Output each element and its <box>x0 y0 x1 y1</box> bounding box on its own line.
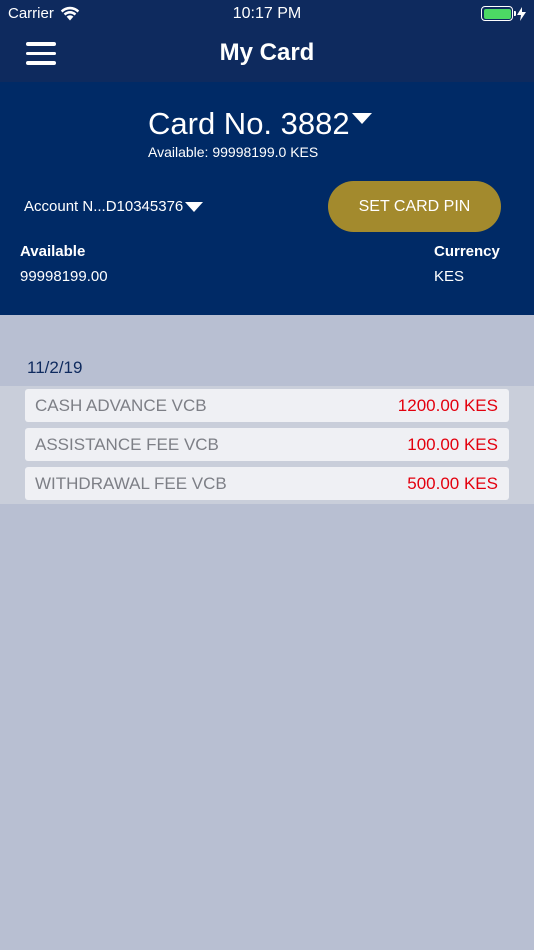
battery-icon <box>481 6 516 21</box>
clock: 10:17 PM <box>232 5 302 22</box>
card-summary-panel: Card No. 3882 Available: 99998199.0 KES … <box>0 82 534 315</box>
account-selector[interactable]: Account N...D10345376 <box>24 198 204 215</box>
transaction-description: CASH ADVANCE VCB <box>35 396 207 415</box>
account-label: Account N...D10345376 <box>24 198 184 215</box>
dropdown-triangle-icon <box>351 112 372 124</box>
transaction-row[interactable]: WITHDRAWAL FEE VCB 500.00 KES <box>25 467 509 500</box>
currency-value: KES <box>434 268 465 285</box>
transaction-amount: 1200.00 KES <box>397 396 498 415</box>
transaction-amount: 100.00 KES <box>407 435 498 454</box>
battery-group <box>481 6 526 21</box>
available-value: 99998199.00 <box>20 268 108 285</box>
transaction-list: CASH ADVANCE VCB 1200.00 KES ASSISTANCE … <box>0 386 534 504</box>
available-heading: Available <box>20 243 86 260</box>
transaction-description: WITHDRAWAL FEE VCB <box>35 474 227 493</box>
card-available-text: Available: 99998199.0 KES <box>148 144 319 160</box>
navigation-bar: My Card <box>0 28 534 82</box>
transaction-description: ASSISTANCE FEE VCB <box>35 435 219 454</box>
charging-bolt-icon <box>517 6 526 21</box>
card-number-label: Card No. 3882 <box>148 106 350 141</box>
status-bar: Carrier 10:17 PM <box>0 0 534 28</box>
dropdown-triangle-icon <box>185 201 204 212</box>
transaction-date: 11/2/19 <box>27 358 83 377</box>
transaction-row[interactable]: ASSISTANCE FEE VCB 100.00 KES <box>25 428 509 461</box>
transactions-section: 11/2/19 CASH ADVANCE VCB 1200.00 KES ASS… <box>0 315 534 950</box>
transaction-amount: 500.00 KES <box>407 474 498 493</box>
set-card-pin-button[interactable]: SET CARD PIN <box>328 181 501 232</box>
card-number-selector[interactable]: Card No. 3882 <box>148 106 372 142</box>
currency-heading: Currency <box>434 243 500 260</box>
page-title: My Card <box>219 39 315 66</box>
transaction-row[interactable]: CASH ADVANCE VCB 1200.00 KES <box>25 389 509 422</box>
